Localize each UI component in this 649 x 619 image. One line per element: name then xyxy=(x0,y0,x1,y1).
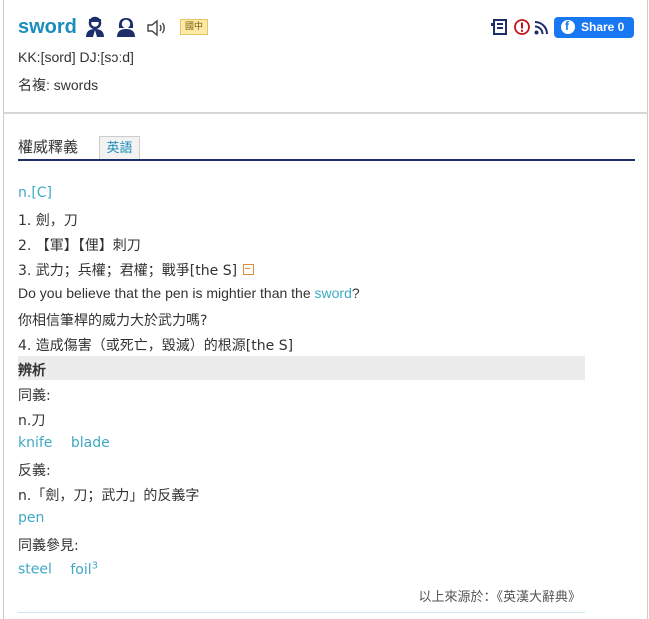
vocabulary-book-icon[interactable] xyxy=(491,18,509,36)
sense-4: 4. 造成傷害（或死亡，毀滅）的根源[the S] xyxy=(18,338,294,354)
see-also-label: 同義參見: xyxy=(18,538,79,554)
see-also-link-foil[interactable]: foil3 xyxy=(70,560,99,578)
sense-2: 2. 【軍】【俚】刺刀 xyxy=(18,238,141,254)
tab-english[interactable]: 英語 xyxy=(99,136,140,160)
share-label: Share 0 xyxy=(581,20,625,34)
facebook-icon: f xyxy=(561,19,575,34)
tab-underline xyxy=(18,159,635,161)
male-speaker-icon[interactable] xyxy=(84,16,106,38)
speaker-sound-icon[interactable] xyxy=(146,18,168,38)
sense-3: 3. 武力；兵權；君權；戰爭[the S] xyxy=(18,260,255,280)
synonym-list: knife blade xyxy=(18,435,110,451)
sense-1: 1. 劍，刀 xyxy=(18,213,78,229)
headword: sword xyxy=(18,16,77,38)
antonym-description: n.「劍，刀；武力」的反義字 xyxy=(18,488,200,504)
synonym-link-knife[interactable]: knife xyxy=(18,435,52,451)
synonym-pos: n.刀 xyxy=(18,413,46,429)
synonym-link-blade[interactable]: blade xyxy=(71,435,110,451)
see-also-link-steel[interactable]: steel xyxy=(18,562,52,578)
analysis-heading: 辨析 xyxy=(18,363,46,379)
see-also-list: steel foil3 xyxy=(18,560,98,578)
part-of-speech: n.[C] xyxy=(18,185,53,201)
synonym-label: 同義: xyxy=(18,388,51,404)
bottom-divider xyxy=(18,612,585,613)
example-word-link[interactable]: sword xyxy=(315,285,352,301)
antonym-link-pen[interactable]: pen xyxy=(18,510,44,526)
example-sentence: Do you believe that the pen is mightier … xyxy=(18,285,360,301)
female-speaker-icon[interactable] xyxy=(115,16,137,38)
level-badge: 國中 xyxy=(180,19,208,35)
antonym-label: 反義: xyxy=(18,463,51,479)
section-divider xyxy=(3,112,648,114)
example-text-before: Do you believe that the pen is mightier … xyxy=(18,285,315,301)
source-attribution: 以上來源於：《英漢大辭典》 xyxy=(418,590,581,605)
facebook-share-button[interactable]: f Share 0 xyxy=(554,17,634,38)
pronunciation: KK:[sord] DJ:[sɔːd] xyxy=(18,49,134,65)
rss-icon[interactable] xyxy=(534,20,549,35)
antonym-list: pen xyxy=(18,510,44,526)
example-translation: 你相信筆桿的威力大於武力嗎? xyxy=(18,313,208,329)
foil-text: foil xyxy=(70,561,92,578)
sense-3-text: 3. 武力；兵權；君權；戰爭[the S] xyxy=(18,263,238,279)
analysis-header: 辨析 xyxy=(18,356,585,380)
plural-form: 名複: swords xyxy=(18,77,99,93)
foil-superscript: 3 xyxy=(91,560,99,571)
tab-authoritative-definition[interactable]: 權威釋義 xyxy=(18,136,78,157)
report-error-icon[interactable] xyxy=(514,19,530,35)
collapse-icon[interactable] xyxy=(243,264,255,275)
example-text-after: ? xyxy=(351,285,360,301)
